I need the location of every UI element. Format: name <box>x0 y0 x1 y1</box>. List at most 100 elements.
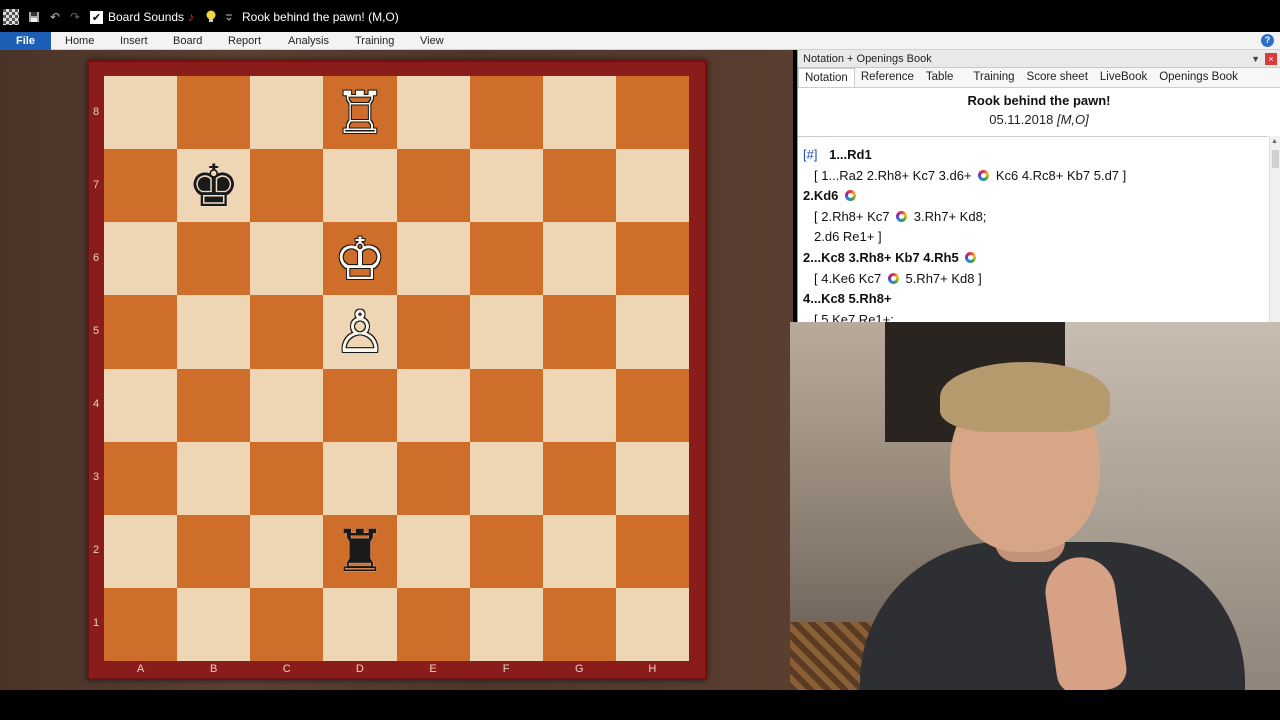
white-pawn-d5[interactable]: ♙ <box>323 295 396 368</box>
square-f5[interactable] <box>469 295 543 369</box>
square-e3[interactable] <box>396 441 470 515</box>
move[interactable]: 1...Rd1 <box>829 147 872 162</box>
tab-report[interactable]: Report <box>228 32 261 50</box>
square-g3[interactable] <box>542 441 616 515</box>
tab-table[interactable]: Table <box>920 68 960 87</box>
square-e2[interactable] <box>396 514 470 588</box>
close-icon[interactable]: × <box>1265 53 1277 65</box>
tab-file[interactable]: File <box>0 32 51 50</box>
square-h7[interactable] <box>615 149 689 223</box>
scroll-up-icon[interactable]: ▲ <box>1271 138 1278 145</box>
square-b5[interactable] <box>177 295 251 369</box>
square-a7[interactable] <box>104 149 178 223</box>
tab-livebook[interactable]: LiveBook <box>1094 68 1153 87</box>
board-sounds-label[interactable]: Board Sounds <box>108 9 184 25</box>
square-b1[interactable] <box>177 587 251 661</box>
square-b3[interactable] <box>177 441 251 515</box>
variation-moves[interactable]: [ 2.Rh8+ Kc7 <box>814 209 890 224</box>
square-c6[interactable] <box>250 222 324 296</box>
square-g4[interactable] <box>542 368 616 442</box>
tab-board[interactable]: Board <box>173 32 202 50</box>
square-d7[interactable] <box>323 149 397 223</box>
square-g5[interactable] <box>542 295 616 369</box>
square-e1[interactable] <box>396 587 470 661</box>
square-b2[interactable] <box>177 514 251 588</box>
customize-toolbar-icon[interactable] <box>224 9 234 25</box>
square-b8[interactable] <box>177 76 251 150</box>
square-b4[interactable] <box>177 368 251 442</box>
square-d4[interactable] <box>323 368 397 442</box>
black-rook-d2[interactable]: ♜ <box>323 515 396 588</box>
square-a5[interactable] <box>104 295 178 369</box>
square-a6[interactable] <box>104 222 178 296</box>
tab-score-sheet[interactable]: Score sheet <box>1021 68 1094 87</box>
square-e7[interactable] <box>396 149 470 223</box>
lightbulb-icon[interactable] <box>204 9 218 25</box>
variation-moves[interactable]: [ 1...Ra2 2.Rh8+ Kc7 3.d6+ <box>814 168 972 183</box>
undo-icon[interactable]: ↶ <box>48 9 62 25</box>
tab-reference[interactable]: Reference <box>855 68 920 87</box>
square-e4[interactable] <box>396 368 470 442</box>
square-f6[interactable] <box>469 222 543 296</box>
chessboard[interactable]: ♖ ♚ ♔ ♙ ♜ <box>104 76 689 661</box>
variation-moves[interactable]: 5.Rh7+ Kd8 ] <box>905 271 981 286</box>
scrollbar-thumb[interactable] <box>1272 150 1279 168</box>
square-d1[interactable] <box>323 587 397 661</box>
square-a3[interactable] <box>104 441 178 515</box>
variation-moves[interactable]: [ 4.Ke6 Kc7 <box>814 271 881 286</box>
square-c8[interactable] <box>250 76 324 150</box>
square-d3[interactable] <box>323 441 397 515</box>
square-c3[interactable] <box>250 441 324 515</box>
tab-analysis[interactable]: Analysis <box>288 32 329 50</box>
square-e6[interactable] <box>396 222 470 296</box>
white-king-d6[interactable]: ♔ <box>323 222 396 295</box>
variation-moves[interactable]: 2.d6 Re1+ ] <box>814 229 882 244</box>
tab-insert[interactable]: Insert <box>120 32 148 50</box>
sound-icon[interactable]: ♪ <box>184 9 198 25</box>
square-c5[interactable] <box>250 295 324 369</box>
board-sounds-checkbox[interactable]: ✔ <box>90 11 103 24</box>
square-g7[interactable] <box>542 149 616 223</box>
square-c2[interactable] <box>250 514 324 588</box>
square-h2[interactable] <box>615 514 689 588</box>
square-a1[interactable] <box>104 587 178 661</box>
square-h6[interactable] <box>615 222 689 296</box>
chessbase-logo-icon[interactable] <box>3 9 19 25</box>
variation-moves[interactable]: 3.Rh7+ Kd8; <box>914 209 987 224</box>
square-e5[interactable] <box>396 295 470 369</box>
square-f8[interactable] <box>469 76 543 150</box>
white-rook-d8[interactable]: ♖ <box>323 76 396 149</box>
move[interactable]: 2.Kd6 <box>803 188 838 203</box>
hash-link[interactable]: [#] <box>803 147 817 162</box>
square-c4[interactable] <box>250 368 324 442</box>
square-g2[interactable] <box>542 514 616 588</box>
redo-icon[interactable]: ↷ <box>68 9 82 25</box>
variation-moves[interactable]: Kc6 4.Rc8+ Kb7 5.d7 ] <box>996 168 1126 183</box>
square-c1[interactable] <box>250 587 324 661</box>
square-f3[interactable] <box>469 441 543 515</box>
square-g6[interactable] <box>542 222 616 296</box>
tab-training[interactable]: Training <box>355 32 394 50</box>
square-g8[interactable] <box>542 76 616 150</box>
black-king-b7[interactable]: ♚ <box>177 149 250 222</box>
square-f4[interactable] <box>469 368 543 442</box>
square-c7[interactable] <box>250 149 324 223</box>
square-b6[interactable] <box>177 222 251 296</box>
square-h3[interactable] <box>615 441 689 515</box>
move[interactable]: 4...Kc8 5.Rh8+ <box>803 291 892 306</box>
square-h5[interactable] <box>615 295 689 369</box>
square-f2[interactable] <box>469 514 543 588</box>
save-icon[interactable] <box>27 9 41 25</box>
move[interactable]: 2...Kc8 3.Rh8+ Kb7 4.Rh5 <box>803 250 959 265</box>
tab-notation[interactable]: Notation <box>798 68 855 87</box>
square-h4[interactable] <box>615 368 689 442</box>
square-f7[interactable] <box>469 149 543 223</box>
square-e8[interactable] <box>396 76 470 150</box>
square-h8[interactable] <box>615 76 689 150</box>
square-a4[interactable] <box>104 368 178 442</box>
notation-scrollbar[interactable]: ▲ <box>1269 136 1280 322</box>
square-g1[interactable] <box>542 587 616 661</box>
square-a2[interactable] <box>104 514 178 588</box>
square-f1[interactable] <box>469 587 543 661</box>
tab-training-panel[interactable]: Training <box>959 68 1020 87</box>
